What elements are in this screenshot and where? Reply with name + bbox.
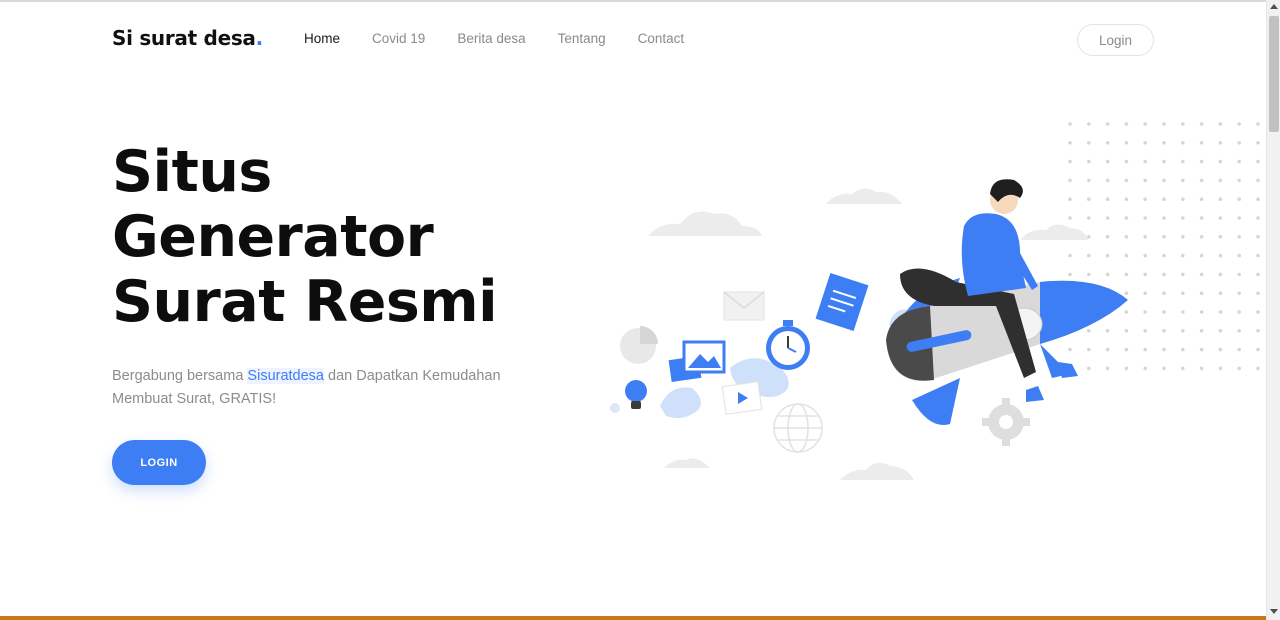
hero-subtitle-highlight: Sisuratdesa xyxy=(247,368,324,384)
hero-subtitle: Bergabung bersama Sisuratdesa dan Dapatk… xyxy=(112,365,532,411)
header-login-button[interactable]: Login xyxy=(1077,24,1154,56)
hero-illustration xyxy=(610,122,1260,480)
lightbulb-icon xyxy=(610,380,647,413)
brand-name: Si surat desa xyxy=(112,26,256,50)
nav-item-contact[interactable]: Contact xyxy=(638,31,685,46)
page-scrollbar[interactable] xyxy=(1266,0,1280,620)
scroll-up-icon[interactable] xyxy=(1270,4,1278,9)
scroll-down-icon[interactable] xyxy=(1270,609,1278,614)
image-icon xyxy=(668,340,726,382)
nav-item-home[interactable]: Home xyxy=(304,31,340,46)
brand-logo[interactable]: Si surat desa. xyxy=(112,26,263,50)
scroll-thumb[interactable] xyxy=(1269,16,1279,132)
pie-chart-icon xyxy=(620,326,658,364)
hero-subtitle-start: Bergabung bersama xyxy=(112,368,248,384)
taskbar-edge xyxy=(0,616,1266,620)
nav-item-covid-19[interactable]: Covid 19 xyxy=(372,31,425,46)
envelope-icon xyxy=(723,291,765,321)
play-icon xyxy=(721,381,763,415)
window-top-border xyxy=(0,0,1266,2)
blob-shape xyxy=(660,387,701,418)
document-icon xyxy=(815,272,869,332)
gear-icon xyxy=(982,398,1030,446)
brand-dot: . xyxy=(255,26,264,50)
stopwatch-icon xyxy=(766,320,810,370)
nav-item-berita-desa[interactable]: Berita desa xyxy=(457,31,525,46)
nav-item-tentang[interactable]: Tentang xyxy=(558,31,606,46)
hero-title-line-1: Situs xyxy=(112,139,272,205)
hero-title-line-2: Generator xyxy=(112,204,434,270)
hero-title: Situs Generator Surat Resmi xyxy=(112,139,498,335)
globe-icon xyxy=(773,403,823,453)
hero-title-line-3: Surat Resmi xyxy=(112,269,498,335)
main-nav: Home Covid 19 Berita desa Tentang Contac… xyxy=(304,31,716,46)
hero-login-button[interactable]: LOGIN xyxy=(112,440,206,485)
dot-grid-pattern xyxy=(1068,122,1260,371)
